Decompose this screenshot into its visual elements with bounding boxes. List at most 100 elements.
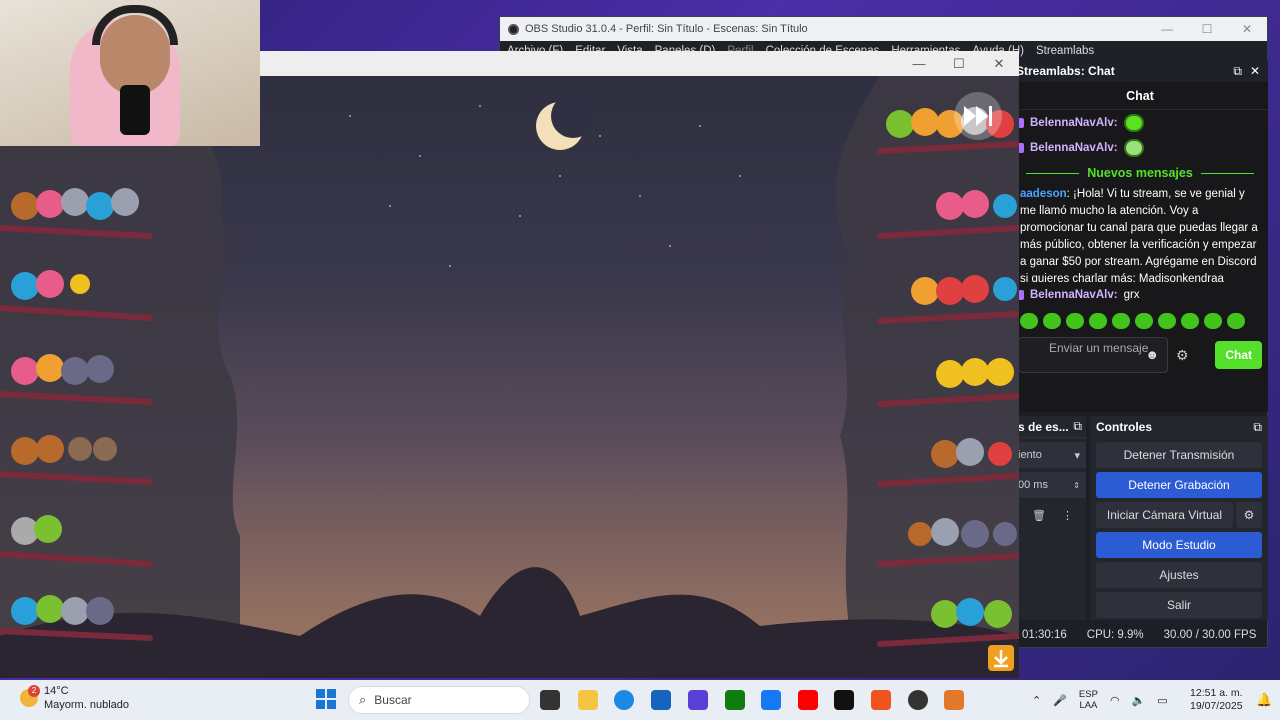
notification-bell-icon[interactable]: 🔔 — [1256, 692, 1272, 708]
game-scene[interactable] — [0, 76, 1019, 678]
facebook-icon[interactable] — [761, 690, 781, 710]
emote-icon[interactable] — [1227, 313, 1245, 329]
emote-bar — [1012, 307, 1268, 335]
chat-dock: Streamlabs: Chat ⧉ ✕ Chat BelennaNavAlv:… — [1012, 60, 1268, 412]
chat-input[interactable]: Enviar un mensaje ☻ — [1018, 337, 1168, 373]
chevron-up-icon[interactable]: ⌃ — [1032, 694, 1041, 707]
close-button[interactable]: ✕ — [979, 51, 1019, 76]
obs-window-title: OBS Studio 31.0.4 - Perfil: Sin Título -… — [525, 23, 808, 35]
file-explorer-icon[interactable] — [578, 690, 598, 710]
edge-browser-icon[interactable] — [614, 690, 634, 710]
virtual-camera-group: Iniciar Cámara Virtual ⚙ — [1096, 502, 1262, 528]
chat-message: BelennaNavAlv: grx — [1012, 282, 1268, 307]
game-taskbar-icon[interactable] — [944, 690, 964, 710]
emoji-icon[interactable]: ☻ — [1145, 348, 1159, 362]
chat-header: Chat — [1012, 82, 1268, 110]
chat-message: BelennaNavAlv: — [1012, 110, 1268, 135]
trash-icon[interactable]: 🗑 — [1032, 509, 1046, 522]
search-placeholder: Buscar — [374, 693, 412, 707]
emote-icon[interactable] — [1181, 313, 1199, 329]
controls-header: Controles ⧉ — [1090, 416, 1268, 438]
chat-username[interactable]: BelennaNavAlv: — [1030, 117, 1118, 129]
microphone-tray-icon[interactable]: 🎤 — [1053, 694, 1067, 707]
chat-username[interactable]: BelennaNavAlv: — [1030, 142, 1118, 154]
windows-start-icon[interactable] — [316, 689, 336, 709]
app-icon[interactable] — [688, 690, 708, 710]
weather-icon: 2 — [20, 685, 40, 707]
wifi-icon[interactable]: ◠ — [1110, 694, 1120, 707]
menu-streamlabs[interactable]: Streamlabs — [1036, 45, 1094, 57]
chat-message: aadeson: ¡Hola! Vi tu stream, se ve geni… — [1012, 186, 1268, 282]
glasses-face-emote-icon — [1123, 138, 1144, 157]
duration-input[interactable]: 00 ms ⇕ — [1012, 472, 1086, 498]
more-options-icon[interactable]: ⋮ — [1062, 509, 1073, 522]
obs-status-bar: 01:30:16 CPU: 9.9% 30.00 / 30.00 FPS — [1012, 624, 1268, 646]
battery-icon[interactable]: ▭ — [1157, 694, 1167, 707]
minimize-button[interactable]: — — [1147, 22, 1187, 36]
chat-username[interactable]: BelennaNavAlv: — [1030, 289, 1118, 301]
maximize-button[interactable]: ☐ — [939, 51, 979, 76]
brave-browser-icon[interactable] — [871, 690, 891, 710]
start-virtual-camera-button[interactable]: Iniciar Cámara Virtual — [1096, 502, 1233, 528]
popout-icon[interactable]: ⧉ — [1073, 419, 1086, 434]
headphones-icon — [92, 5, 178, 45]
chat-message: BelennaNavAlv: — [1012, 135, 1268, 160]
emote-icon[interactable] — [1020, 313, 1038, 329]
duration-value: 00 ms — [1018, 479, 1048, 491]
emote-icon[interactable] — [1043, 313, 1061, 329]
xbox-icon[interactable] — [725, 690, 745, 710]
volume-icon[interactable]: 🔈 — [1132, 694, 1146, 707]
close-dock-icon[interactable]: ✕ — [1250, 64, 1260, 79]
weather-widget[interactable]: 2 14°C Mayorm. nublado — [20, 684, 129, 712]
minimize-button[interactable]: — — [899, 51, 939, 76]
emote-icon[interactable] — [1135, 313, 1153, 329]
emote-icon[interactable] — [1089, 313, 1107, 329]
stop-recording-button[interactable]: Detener Grabación — [1096, 472, 1262, 498]
transition-select[interactable]: iento ▾ — [1012, 442, 1086, 468]
chat-username[interactable]: aadeson — [1020, 188, 1067, 200]
stepper-icon[interactable]: ⇕ — [1073, 481, 1086, 490]
close-button[interactable]: ✕ — [1227, 22, 1267, 36]
taskbar-clock[interactable]: 12:51 a. m. 19/07/2025 — [1190, 687, 1243, 713]
emote-icon[interactable] — [1204, 313, 1222, 329]
obs-taskbar-icon[interactable] — [908, 690, 928, 710]
transition-value: iento — [1018, 449, 1042, 461]
popout-icon[interactable]: ⧉ — [1253, 420, 1268, 435]
chat-settings-gear-icon[interactable]: ⚙ — [1176, 347, 1189, 364]
youtube-icon[interactable] — [798, 690, 818, 710]
taskbar-search[interactable]: ⌕ Buscar — [348, 686, 530, 714]
fast-forward-icon — [954, 92, 1002, 140]
moon-icon — [536, 94, 595, 150]
download-icon — [988, 645, 1014, 671]
chat-send-button[interactable]: Chat — [1215, 341, 1262, 369]
settings-button[interactable]: Ajustes — [1096, 562, 1262, 588]
scene-transitions-dock: s de es... ⧉ iento ▾ 00 ms ⇕ 🗑 ⋮ — [1012, 416, 1086, 620]
stream-time: 01:30:16 — [1022, 629, 1067, 641]
obs-logo-icon — [508, 23, 519, 35]
store-icon[interactable] — [651, 690, 671, 710]
exit-button[interactable]: Salir — [1096, 592, 1262, 618]
lang-code: ESP — [1078, 689, 1098, 700]
dock-header: s de es... ⧉ — [1012, 416, 1086, 438]
netflix-icon[interactable] — [834, 690, 854, 710]
popout-icon[interactable]: ⧉ — [1233, 64, 1242, 79]
chat-message-text: grx — [1123, 288, 1140, 301]
task-view-icon[interactable] — [540, 690, 560, 710]
chat-dock-title: Streamlabs: Chat — [1016, 64, 1115, 78]
windows-taskbar: 2 14°C Mayorm. nublado ⌕ Buscar ⌃ 🎤 ESP … — [0, 680, 1280, 720]
clock-time: 12:51 a. m. — [1190, 687, 1243, 699]
virtual-camera-settings-gear-icon[interactable]: ⚙ — [1236, 502, 1262, 528]
weather-description: Mayorm. nublado — [44, 699, 129, 711]
emote-icon[interactable] — [1158, 313, 1176, 329]
system-tray: ⌃ 🎤 ESP LAA ◠ 🔈 ▭ — [1032, 680, 1168, 720]
lang-layout: LAA — [1079, 700, 1098, 711]
maximize-button[interactable]: ☐ — [1187, 22, 1227, 36]
studio-mode-button[interactable]: Modo Estudio — [1096, 532, 1262, 558]
stop-stream-button[interactable]: Detener Transmisión — [1096, 442, 1262, 468]
new-messages-divider[interactable]: Nuevos mensajes — [1012, 160, 1268, 186]
clock-date: 19/07/2025 — [1190, 700, 1243, 712]
emote-icon[interactable] — [1112, 313, 1130, 329]
emote-icon[interactable] — [1066, 313, 1084, 329]
language-indicator[interactable]: ESP LAA — [1079, 689, 1098, 711]
search-icon: ⌕ — [359, 692, 367, 707]
